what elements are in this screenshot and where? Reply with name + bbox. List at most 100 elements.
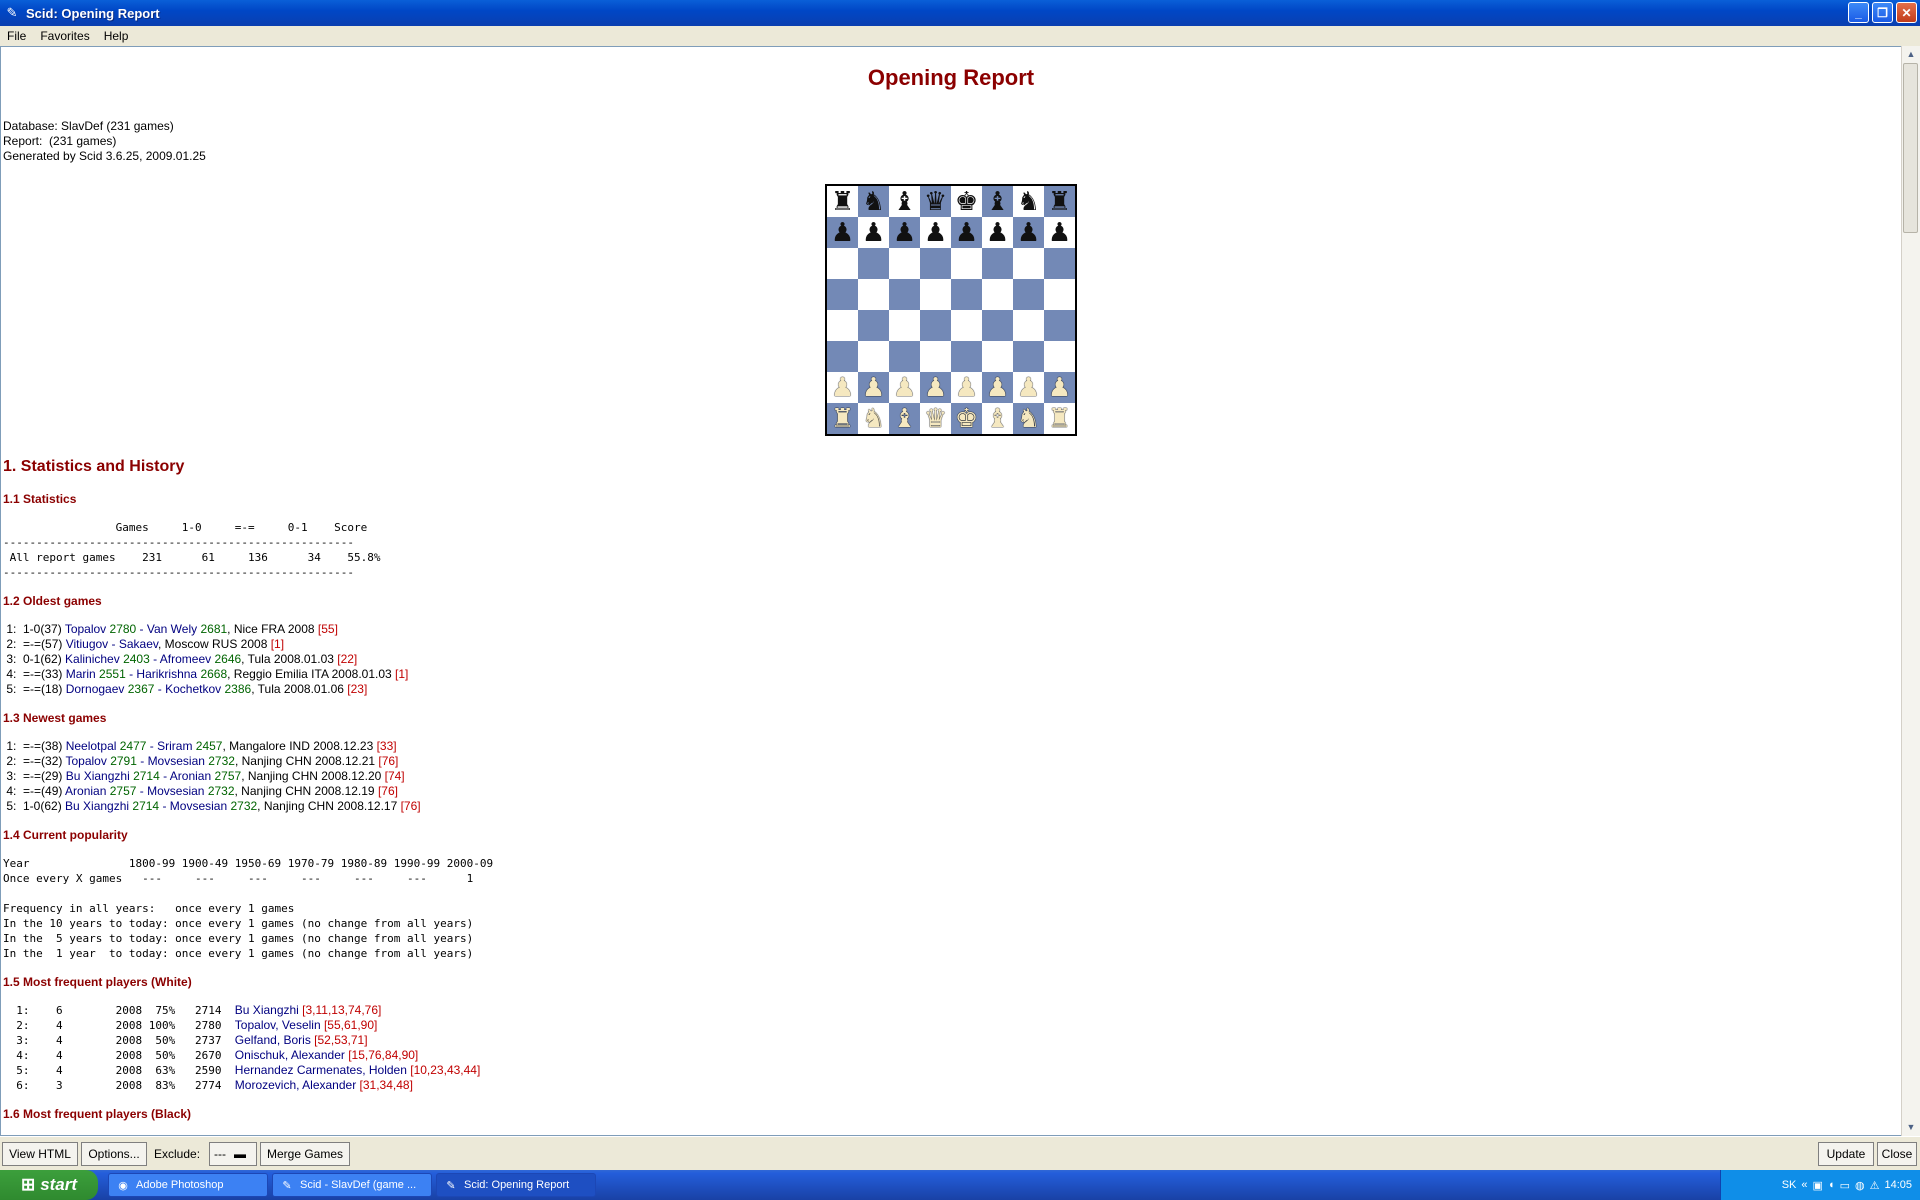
monitor-icon[interactable]: ▭ (1840, 1179, 1850, 1192)
warning-icon[interactable]: ⚠ (1870, 1179, 1880, 1192)
start-button[interactable]: ⊞ start (0, 1170, 98, 1200)
board-square: ♟ (858, 217, 889, 248)
player-row: 4: 4 2008 50% 2670 Onischuk, Alexander [… (3, 1048, 1899, 1063)
options-button[interactable]: Options... (81, 1142, 147, 1166)
task-photoshop[interactable]: ◉ Adobe Photoshop (108, 1173, 268, 1197)
report-view[interactable]: Opening Report Database: SlavDef (231 ga… (0, 46, 1902, 1136)
white-player-link[interactable]: Bu Xiangzhi (66, 769, 130, 783)
task-scid-slavdef[interactable]: ✎ Scid - SlavDef (game ... (272, 1173, 432, 1197)
player-name-link[interactable]: Gelfand, Boris (235, 1033, 311, 1047)
player-games-link[interactable]: [52,53,71] (311, 1033, 367, 1047)
frequency-lines: Frequency in all years: once every 1 gam… (3, 902, 474, 960)
maximize-button[interactable]: ❐ (1872, 2, 1893, 23)
network-icon[interactable]: ▣ (1813, 1179, 1823, 1192)
player-games-link[interactable]: [15,76,84,90] (345, 1048, 418, 1062)
board-square (1013, 279, 1044, 310)
player-games-link[interactable]: [10,23,43,44] (407, 1063, 480, 1077)
scroll-up-arrow-icon[interactable]: ▲ (1902, 46, 1920, 63)
menu-file[interactable]: File (0, 29, 33, 43)
black-player-link[interactable]: Van Wely (147, 622, 197, 636)
exclude-value: --- (214, 1147, 226, 1161)
scrollbar-thumb[interactable] (1903, 63, 1918, 233)
black-player-link[interactable]: Movsesian (170, 799, 227, 813)
task-scid-opening-report[interactable]: ✎ Scid: Opening Report (436, 1173, 596, 1197)
game-row: 1: =-=(38) Neelotpal 2477 - Sriram 2457,… (3, 739, 1899, 754)
heading-current-popularity: 1.4 Current popularity (3, 828, 128, 842)
black-player-link[interactable]: Kochetkov (165, 682, 221, 696)
white-queen-icon: ♛ (923, 403, 948, 433)
white-elo: 2791 (106, 754, 137, 768)
close-button[interactable]: Close (1877, 1142, 1917, 1166)
view-html-button[interactable]: View HTML (2, 1142, 78, 1166)
game-ref-link[interactable]: [22] (337, 652, 357, 666)
black-player-link[interactable]: Movsesian (147, 784, 204, 798)
game-ref-link[interactable]: [23] (347, 682, 367, 696)
white-player-link[interactable]: Neelotpal (66, 739, 117, 753)
minimize-button[interactable]: _ (1848, 2, 1869, 23)
game-ref-link[interactable]: [76] (401, 799, 421, 813)
game-ref-link[interactable]: [33] (377, 739, 397, 753)
board-square: ♟ (951, 217, 982, 248)
exclude-label: Exclude: (154, 1147, 201, 1161)
language-indicator[interactable]: SK (1782, 1179, 1797, 1191)
menu-help[interactable]: Help (97, 29, 136, 43)
game-ref-link[interactable]: [1] (395, 667, 408, 681)
player-games-link[interactable]: [3,11,13,74,76] (299, 1003, 381, 1017)
player-name-link[interactable]: Bu Xiangzhi (235, 1003, 299, 1017)
volume-icon[interactable]: ◖ (1828, 1179, 1835, 1191)
black-rook-icon: ♜ (1047, 186, 1072, 216)
title-bar[interactable]: ✎ Scid: Opening Report _ ❐ ✕ (0, 0, 1920, 26)
game-ref-link[interactable]: [76] (378, 754, 398, 768)
board-square: ♜ (1044, 186, 1075, 217)
board-square: ♞ (1013, 186, 1044, 217)
game-ref-link[interactable]: [1] (271, 637, 284, 651)
close-window-button[interactable]: ✕ (1896, 2, 1917, 23)
black-bishop-icon: ♝ (892, 186, 917, 216)
player-name-link[interactable]: Hernandez Carmenates, Holden (235, 1063, 407, 1077)
game-ref-link[interactable]: [76] (378, 784, 398, 798)
white-player-link[interactable]: Kalinichev (65, 652, 120, 666)
merge-games-button[interactable]: Merge Games (260, 1142, 350, 1166)
white-elo: 2551 (95, 667, 126, 681)
vertical-scrollbar[interactable]: ▲ ▼ (1901, 46, 1920, 1136)
game-row: 4: =-=(33) Marin 2551 - Harikrishna 2668… (3, 667, 1899, 682)
black-player-link[interactable]: Afromeev (160, 652, 211, 666)
player-games-link[interactable]: [31,34,48] (356, 1078, 413, 1092)
board-square (951, 248, 982, 279)
game-row: 3: =-=(29) Bu Xiangzhi 2714 - Aronian 27… (3, 769, 1899, 784)
scid-app-icon: ✎ (6, 5, 18, 20)
white-player-link[interactable]: Dornogaev (66, 682, 125, 696)
scroll-down-arrow-icon[interactable]: ▼ (1902, 1119, 1920, 1136)
board-square (982, 310, 1013, 341)
white-player-link[interactable]: Bu Xiangzhi (65, 799, 129, 813)
player-name-link[interactable]: Onischuk, Alexander (235, 1048, 345, 1062)
player-games-link[interactable]: [55,61,90] (321, 1018, 377, 1032)
menu-favorites[interactable]: Favorites (33, 29, 96, 43)
black-player-link[interactable]: Movsesian (148, 754, 205, 768)
white-player-link[interactable]: Marin (66, 667, 96, 681)
tray-arrow-icon[interactable]: « (1801, 1179, 1807, 1191)
scid-icon: ✎ (282, 1179, 292, 1192)
white-player-link[interactable]: Vitiugov (66, 637, 108, 651)
black-player-link[interactable]: Sriram (157, 739, 192, 753)
black-rook-icon: ♜ (830, 186, 855, 216)
clock[interactable]: 14:05 (1884, 1179, 1912, 1191)
heading-frequent-white: 1.5 Most frequent players (White) (3, 975, 192, 989)
black-pawn-icon: ♟ (954, 217, 979, 247)
oldest-games-list: 1: 1-0(37) Topalov 2780 - Van Wely 2681,… (3, 622, 1899, 697)
game-ref-link[interactable]: [55] (318, 622, 338, 636)
game-ref-link[interactable]: [74] (385, 769, 405, 783)
photoshop-icon: ◉ (118, 1179, 128, 1192)
white-player-link[interactable]: Topalov (65, 622, 106, 636)
security-icon[interactable]: ◍ (1855, 1179, 1865, 1192)
white-player-link[interactable]: Topalov (65, 754, 106, 768)
white-player-link[interactable]: Aronian (65, 784, 106, 798)
black-player-link[interactable]: Aronian (170, 769, 211, 783)
black-player-link[interactable]: Sakaev (119, 637, 158, 651)
update-button[interactable]: Update (1818, 1142, 1874, 1166)
exclude-select[interactable]: --- ▬ (209, 1142, 257, 1166)
player-name-link[interactable]: Morozevich, Alexander (235, 1078, 356, 1092)
player-name-link[interactable]: Topalov, Veselin (235, 1018, 321, 1032)
black-player-link[interactable]: Harikrishna (136, 667, 197, 681)
board-square (858, 248, 889, 279)
